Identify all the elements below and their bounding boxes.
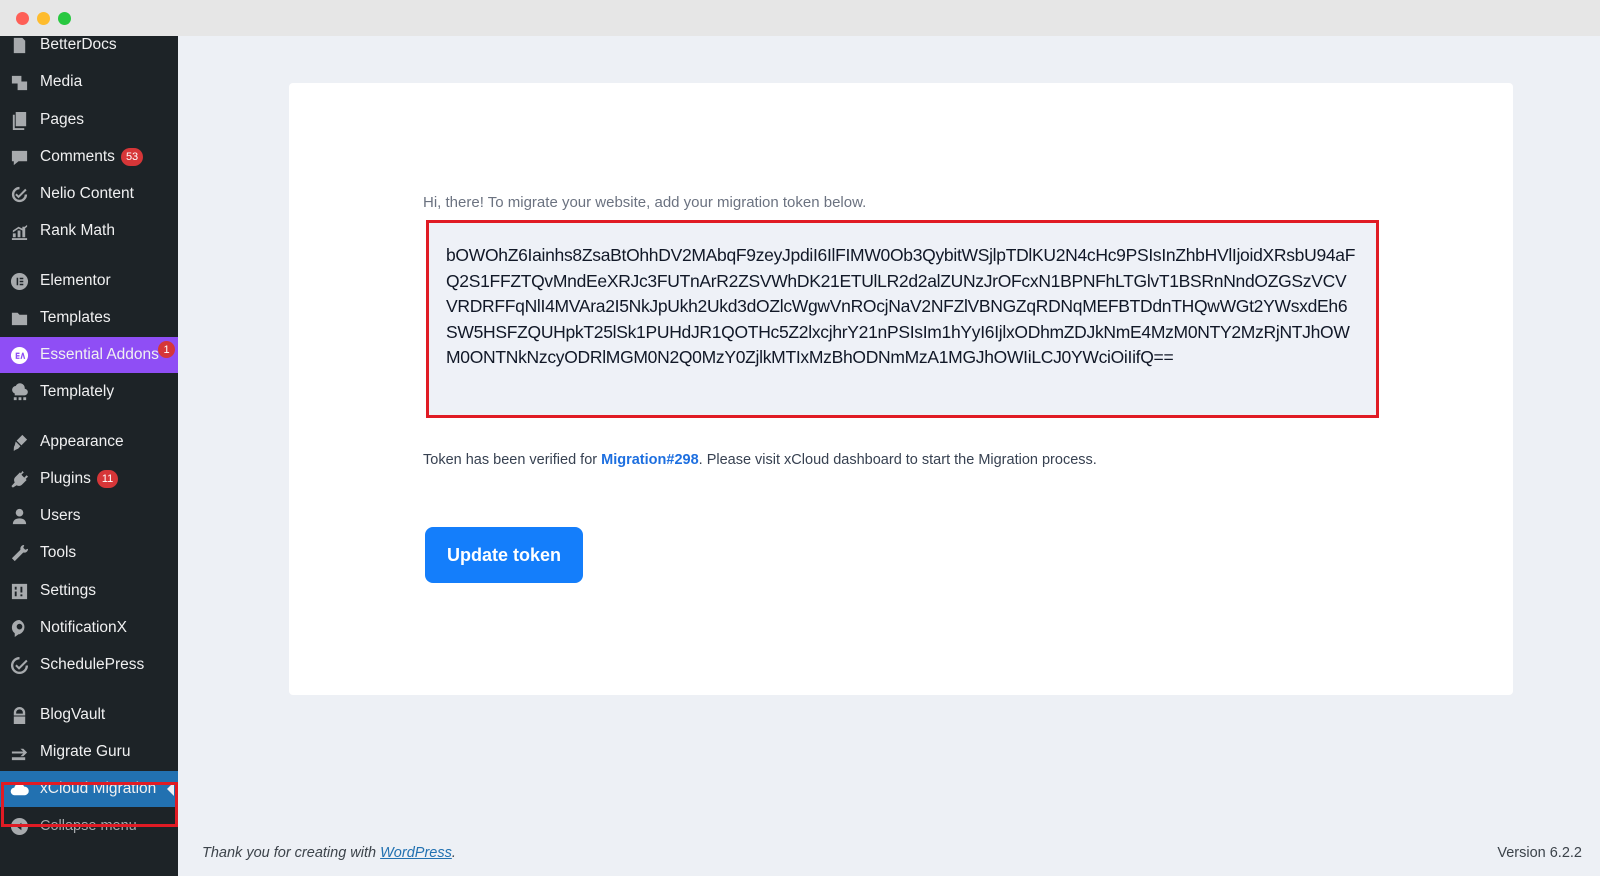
sidebar-item-label: Elementor xyxy=(40,272,111,289)
migration-link[interactable]: Migration#298 xyxy=(601,452,699,468)
folder-icon xyxy=(9,308,29,328)
sidebar-item-label: Rank Math xyxy=(40,222,115,239)
sidebar-item-label: Settings xyxy=(40,582,97,599)
footer-thanks-suffix: . xyxy=(451,845,456,861)
sidebar-item-label: Media xyxy=(40,73,83,90)
sidebar-item-settings[interactable]: Settings xyxy=(0,573,178,609)
sidebar-item-plugins[interactable]: Plugins 11 xyxy=(0,461,178,497)
sidebar-item-label: Pages xyxy=(40,111,84,128)
pages-icon xyxy=(9,110,29,130)
sidebar-item-rank-math[interactable]: Rank Math xyxy=(0,213,178,249)
sidebar-item-label: Essential Addons xyxy=(40,346,159,363)
sidebar-item-appearance[interactable]: Appearance xyxy=(0,424,178,460)
footer-version: Version 6.2.2 xyxy=(1497,845,1582,861)
media-icon xyxy=(9,72,29,92)
migrate-guru-icon xyxy=(9,742,29,762)
app-window: BetterDocs Media Pages Comments 53 Nelio… xyxy=(0,0,1600,876)
token-verified-message: Token has been verified for Migration#29… xyxy=(423,452,1097,468)
notificationx-icon xyxy=(9,618,29,638)
essential-addons-icon xyxy=(9,345,29,365)
schedule-icon xyxy=(9,655,29,675)
paintbrush-icon xyxy=(9,432,29,452)
sidebar-item-label: BetterDocs xyxy=(40,36,117,53)
update-token-button[interactable]: Update token xyxy=(425,527,583,583)
sidebar-item-migrate-guru[interactable]: Migrate Guru xyxy=(0,734,178,770)
sidebar-item-essential-addons[interactable]: Essential Addons 1 xyxy=(0,337,178,373)
minimize-window-button[interactable] xyxy=(37,12,50,25)
close-window-button[interactable] xyxy=(16,12,29,25)
xcloud-migration-highlight xyxy=(1,782,178,827)
sidebar-item-label: Plugins xyxy=(40,470,91,487)
verified-prefix: Token has been verified for xyxy=(423,452,602,468)
sidebar-item-nelio-content[interactable]: Nelio Content xyxy=(0,176,178,212)
wrench-icon xyxy=(9,543,29,563)
sidebar-item-comments[interactable]: Comments 53 xyxy=(0,139,178,175)
nelio-icon xyxy=(9,184,29,204)
sidebar-item-label: Tools xyxy=(40,544,77,561)
blogvault-icon xyxy=(9,705,29,725)
settings-icon xyxy=(9,581,29,601)
sidebar-item-label: Users xyxy=(40,507,81,524)
sidebar-item-users[interactable]: Users xyxy=(0,498,178,534)
sidebar-item-label: Templates xyxy=(40,309,111,326)
comments-icon xyxy=(9,147,29,167)
migration-token-value: bOWOhZ6Iainhs8ZsaBtOhhDV2MAbqF9zeyJpdiI6… xyxy=(446,245,1356,367)
rankmath-icon xyxy=(9,221,29,241)
title-bar xyxy=(0,0,1600,36)
elementor-icon xyxy=(9,271,29,291)
sidebar-item-tools[interactable]: Tools xyxy=(0,535,178,571)
sidebar-item-label: Comments xyxy=(40,148,115,165)
comments-count-badge: 53 xyxy=(120,148,144,166)
sidebar-item-templates[interactable]: Templates xyxy=(0,300,178,336)
templately-icon xyxy=(9,382,29,402)
sidebar-item-label: SchedulePress xyxy=(40,656,145,673)
sidebar-item-media[interactable]: Media xyxy=(0,64,178,100)
plug-icon xyxy=(9,469,29,489)
sidebar-item-label: BlogVault xyxy=(40,706,106,723)
migration-token-field[interactable]: bOWOhZ6Iainhs8ZsaBtOhhDV2MAbqF9zeyJpdiI6… xyxy=(426,220,1379,418)
wordpress-link[interactable]: WordPress xyxy=(380,845,452,861)
sidebar-item-label: Nelio Content xyxy=(40,185,134,202)
sidebar-item-templately[interactable]: Templately xyxy=(0,374,178,410)
admin-sidebar: BetterDocs Media Pages Comments 53 Nelio… xyxy=(0,36,178,876)
migration-intro-text: Hi, there! To migrate your website, add … xyxy=(423,194,867,211)
user-icon xyxy=(9,506,29,526)
sidebar-item-notificationx[interactable]: NotificationX xyxy=(0,610,178,646)
essential-addons-badge: 1 xyxy=(158,341,175,358)
sidebar-item-label: Templately xyxy=(40,383,115,400)
verified-suffix: . Please visit xCloud dashboard to start… xyxy=(698,452,1097,468)
plugins-update-badge: 11 xyxy=(96,470,119,488)
sidebar-item-label: Appearance xyxy=(40,433,124,450)
sidebar-item-elementor[interactable]: Elementor xyxy=(0,263,178,299)
sidebar-item-label: NotificationX xyxy=(40,619,128,636)
zoom-window-button[interactable] xyxy=(58,12,71,25)
footer-thanks: Thank you for creating with WordPress. xyxy=(202,845,456,861)
sidebar-item-label: Migrate Guru xyxy=(40,743,131,760)
sidebar-item-pages[interactable]: Pages xyxy=(0,102,178,138)
docs-icon xyxy=(9,35,29,55)
sidebar-item-blogvault[interactable]: BlogVault xyxy=(0,697,178,733)
sidebar-item-betterdocs[interactable]: BetterDocs xyxy=(0,27,178,63)
sidebar-item-schedulepress[interactable]: SchedulePress xyxy=(0,647,178,683)
footer-thanks-prefix: Thank you for creating with xyxy=(202,845,381,861)
